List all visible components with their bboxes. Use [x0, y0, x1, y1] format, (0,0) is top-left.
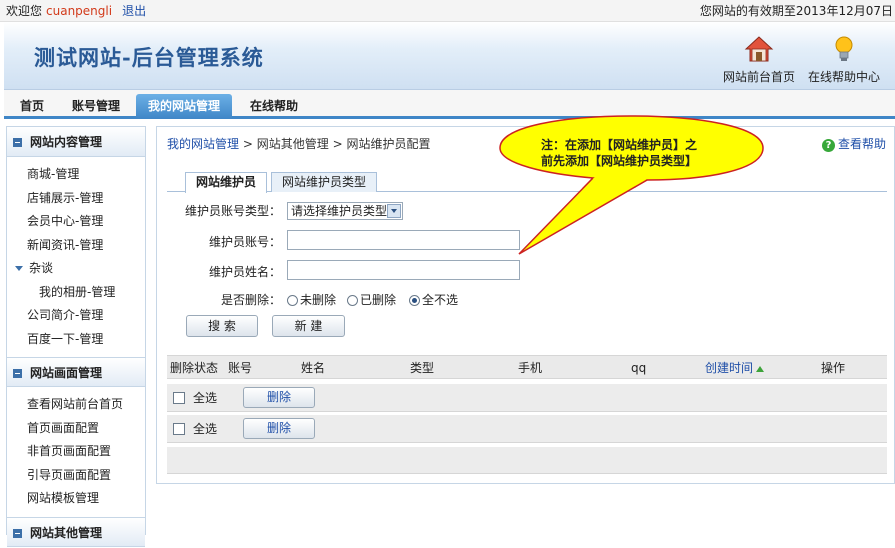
sidebar: 网站内容管理 商城-管理 店铺展示-管理 会员中心-管理 新闻资讯-管理 杂谈 … [6, 126, 146, 547]
select-all-label: 全选 [193, 422, 218, 436]
sidebar-item-album[interactable]: 我的相册-管理 [7, 281, 145, 305]
nav-tab-my-site[interactable]: 我的网站管理 [136, 94, 233, 119]
select-all-checkbox[interactable] [173, 423, 185, 435]
col-action: 操作 [821, 361, 846, 375]
site-title: 测试网站-后台管理系统 [34, 45, 264, 70]
table-header: 删除状态 账号 姓名 类型 手机 qq 创建时间 操作 [167, 355, 887, 379]
radio-icon [347, 295, 358, 306]
col-account: 账号 [228, 361, 253, 375]
col-qq: qq [631, 361, 647, 375]
nav-tab-account[interactable]: 账号管理 [60, 94, 132, 119]
tab-maintainer-type[interactable]: 网站维护员类型 [271, 172, 378, 192]
callout-text: 注：在添加【网站维护员】之 前先添加【网站维护员类型】 [541, 138, 698, 168]
col-type: 类型 [410, 361, 435, 375]
expand-arrow-icon [15, 266, 23, 271]
sidebar-item-home-config[interactable]: 首页画面配置 [7, 417, 145, 441]
table-footer [167, 447, 887, 474]
sidebar-item-guide-config[interactable]: 引导页画面配置 [7, 464, 145, 488]
sidebar-item-mall[interactable]: 商城-管理 [7, 163, 145, 187]
collapse-icon [13, 369, 22, 378]
type-label: 维护员账号类型： [184, 204, 281, 218]
col-delete-status: 删除状态 [170, 361, 219, 375]
top-bar: 欢迎您 cuanpengli 退出 您网站的有效期至2013年12月07日 [0, 0, 895, 22]
radio-selected-icon [409, 295, 420, 306]
sidebar-section-content[interactable]: 网站内容管理 [7, 127, 145, 157]
search-button[interactable]: 搜 索 [186, 315, 258, 337]
col-name: 姓名 [301, 361, 326, 375]
radio-icon [287, 295, 298, 306]
chevron-down-icon [387, 204, 401, 218]
lightbulb-icon [835, 36, 853, 61]
sidebar-item-misc[interactable]: 杂谈 [7, 257, 145, 281]
username: cuanpengli [46, 4, 113, 18]
type-select[interactable]: 请选择维护员类型 [287, 202, 403, 220]
deleted-label: 是否删除： [220, 293, 281, 307]
sidebar-item-nonhome-config[interactable]: 非首页画面配置 [7, 440, 145, 464]
table-row: 全选 删除 [167, 384, 887, 412]
logout-link[interactable]: 退出 [122, 4, 146, 18]
radio-none[interactable]: 全不选 [409, 291, 458, 308]
sidebar-item-baidu[interactable]: 百度一下-管理 [7, 328, 145, 352]
breadcrumb-my-site[interactable]: 我的网站管理 [167, 137, 239, 151]
help-center-button[interactable]: 在线帮助中心 [799, 34, 889, 85]
help-icon: ? [821, 139, 835, 152]
help-center-label: 在线帮助中心 [807, 70, 880, 84]
sidebar-item-view-front[interactable]: 查看网站前台首页 [7, 393, 145, 417]
name-input[interactable] [287, 260, 520, 280]
col-phone: 手机 [518, 361, 543, 375]
radio-deleted[interactable]: 已删除 [347, 291, 396, 308]
breadcrumb: 我的网站管理 > 网站其他管理 > 网站维护员配置 [167, 137, 431, 151]
sidebar-item-shop[interactable]: 店铺展示-管理 [7, 187, 145, 211]
account-label: 维护员账号： [208, 235, 281, 249]
col-created-sort[interactable]: 创建时间 [705, 356, 765, 380]
breadcrumb-current: 网站维护员配置 [346, 137, 431, 151]
sidebar-item-company[interactable]: 公司简介-管理 [7, 304, 145, 328]
collapse-icon [13, 528, 22, 538]
table-row: 全选 删除 [167, 415, 887, 443]
sidebar-section-screen[interactable]: 网站画面管理 [7, 357, 145, 387]
home-icon [744, 36, 774, 62]
sidebar-item-template[interactable]: 网站模板管理 [7, 487, 145, 511]
nav-tab-home[interactable]: 首页 [8, 94, 56, 119]
account-input[interactable] [287, 230, 520, 250]
breadcrumb-other: 网站其他管理 [256, 137, 329, 151]
tab-maintainer[interactable]: 网站维护员 [185, 172, 268, 193]
expire-text: 您网站的有效期至2013年12月07日 [699, 4, 893, 18]
callout-pointer [518, 174, 648, 255]
sidebar-item-news[interactable]: 新闻资讯-管理 [7, 234, 145, 258]
welcome-text: 欢迎您 cuanpengli 退出 [6, 4, 147, 18]
sidebar-item-member[interactable]: 会员中心-管理 [7, 210, 145, 234]
view-help-link[interactable]: ? 查看帮助 [821, 135, 886, 152]
nav-tab-online-help[interactable]: 在线帮助 [238, 94, 310, 119]
select-all-checkbox[interactable] [173, 392, 185, 404]
site-home-button[interactable]: 网站前台首页 [714, 34, 804, 85]
radio-not-deleted[interactable]: 未删除 [287, 291, 336, 308]
new-button[interactable]: 新 建 [272, 315, 345, 337]
sidebar-section-other[interactable]: 网站其他管理 [7, 516, 145, 547]
site-home-label: 网站前台首页 [722, 70, 795, 84]
sort-up-icon [756, 365, 765, 372]
header: 测试网站-后台管理系统 网站前台首页 在线帮助中心 [4, 22, 895, 90]
delete-button[interactable]: 删除 [243, 387, 315, 408]
name-label: 维护员姓名： [208, 265, 281, 279]
collapse-icon [13, 138, 22, 147]
delete-button[interactable]: 删除 [243, 418, 315, 439]
select-all-label: 全选 [193, 391, 218, 405]
